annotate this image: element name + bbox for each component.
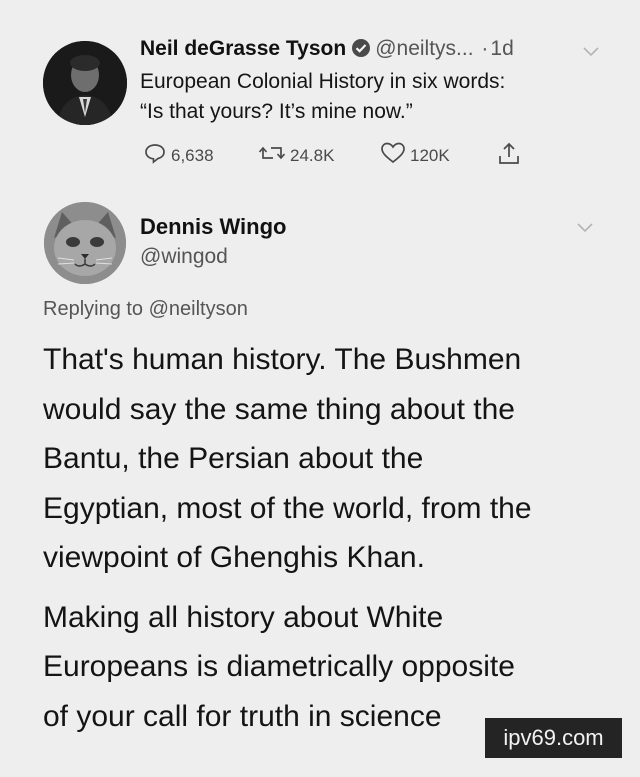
retweet-button[interactable]: 24.8K <box>258 141 334 170</box>
watermark: ipv69.com <box>485 718 622 758</box>
verified-badge-icon <box>351 38 371 64</box>
like-button[interactable]: 120K <box>380 141 450 170</box>
timestamp[interactable]: 1d <box>490 37 513 60</box>
tweet-ndt[interactable]: Neil deGrasse Tyson @neiltys... ·1d Europ… <box>0 0 640 180</box>
tweet-text-line: That's human history. The Bushmen <box>43 343 522 376</box>
share-button[interactable] <box>496 141 522 172</box>
author-handle[interactable]: @neiltys... <box>375 37 473 60</box>
replying-to[interactable]: Replying to @neiltyson <box>43 298 248 321</box>
retweet-icon <box>258 141 286 170</box>
author-handle[interactable]: @wingod <box>140 245 228 269</box>
share-icon <box>496 141 522 172</box>
tweet-header: Neil deGrasse Tyson @neiltys... ·1d <box>140 37 514 64</box>
tweet-text-line: “Is that yours? It’s mine now.” <box>140 100 413 123</box>
chevron-down-icon[interactable] <box>577 220 593 238</box>
tweet-text: That's human history. The Bushmen would … <box>43 335 623 751</box>
tweet-text-line: would say the same thing about the <box>43 392 515 426</box>
avatar-neil-degrasse-tyson[interactable] <box>43 41 127 125</box>
tweet-wingo[interactable]: Dennis Wingo @wingod Replying to @neilty… <box>0 190 640 777</box>
tweet-text-line: European Colonial History in six words: <box>140 70 506 93</box>
like-icon <box>380 141 406 170</box>
like-count: 120K <box>410 145 450 165</box>
tweet-text-line: Egyptian, most of the world, from the <box>43 491 532 525</box>
tweet-text: European Colonial History in six words: … <box>140 67 620 127</box>
avatar-dennis-wingo[interactable] <box>44 202 126 284</box>
retweet-count: 24.8K <box>290 145 335 165</box>
tweet-text-line: Europeans is diametrically opposite <box>43 650 515 683</box>
chevron-down-icon[interactable] <box>583 44 599 62</box>
tweet-paragraph: That's human history. The Bushmen would … <box>43 335 623 583</box>
separator: · <box>481 37 489 60</box>
reply-count: 6,638 <box>171 145 214 165</box>
tweet-text-line: Making all history about White <box>43 600 444 634</box>
tweet-text-line: viewpoint of Ghenghis Khan. <box>43 541 425 574</box>
author-name[interactable]: Neil deGrasse Tyson <box>140 37 346 60</box>
reply-button[interactable]: 6,638 <box>143 141 214 170</box>
reply-icon <box>143 141 167 170</box>
tweet-text-line: Bantu, the Persian about the <box>43 442 424 475</box>
author-name[interactable]: Dennis Wingo <box>140 214 286 240</box>
